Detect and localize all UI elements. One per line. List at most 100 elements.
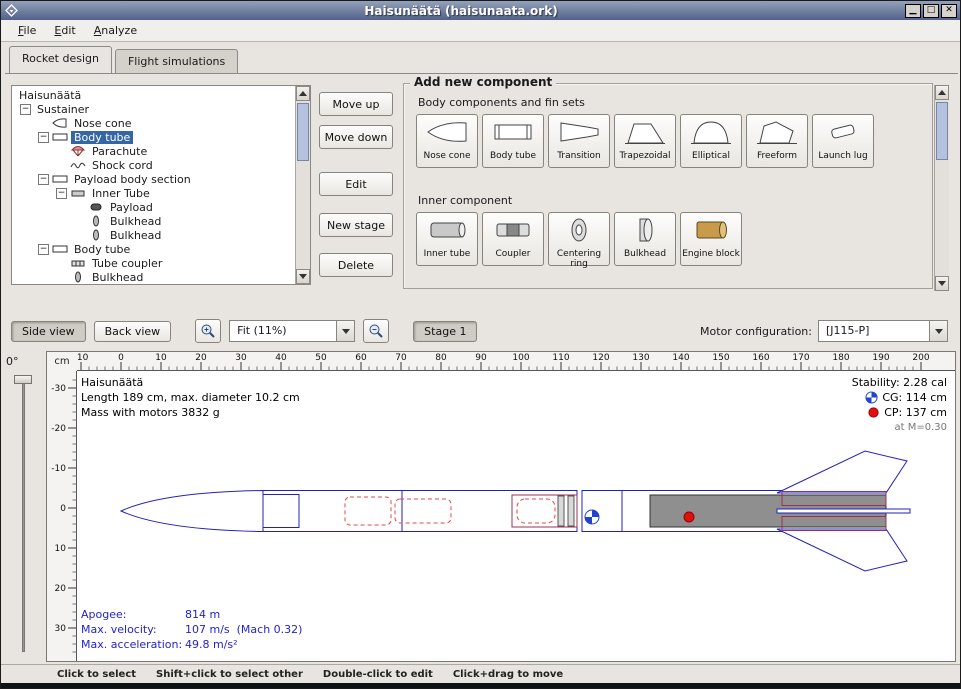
scroll-up-icon[interactable] xyxy=(935,85,949,100)
tree-expander-icon[interactable]: − xyxy=(38,132,49,143)
palette-coupler-button[interactable]: Coupler xyxy=(482,212,544,266)
tab-flight-simulations[interactable]: Flight simulations xyxy=(115,49,238,73)
rotation-slider-track[interactable] xyxy=(22,377,25,652)
zoom-level-select[interactable]: Fit (11%) xyxy=(229,320,355,342)
rotation-slider-thumb[interactable] xyxy=(14,375,32,384)
new-stage-button[interactable]: New stage xyxy=(319,213,393,237)
palette-elliptical-button[interactable]: Elliptical xyxy=(680,114,742,168)
menu-edit[interactable]: Edit xyxy=(45,21,84,40)
tree-item[interactable]: Parachute xyxy=(12,144,295,158)
move-up-button[interactable]: Move up xyxy=(319,92,393,116)
tree-expander-icon[interactable]: − xyxy=(38,244,49,255)
title-bar[interactable]: Haisunäätä (haisunaata.ork) ▁ □ ✕ xyxy=(1,1,960,20)
apogee-value: 814 m xyxy=(185,607,220,622)
chevron-down-icon[interactable] xyxy=(336,321,354,341)
vertical-ruler: -30-20-100102030 xyxy=(47,371,77,661)
back-view-button[interactable]: Back view xyxy=(94,321,172,342)
tree-item-label: Body tube xyxy=(71,131,133,144)
motor-configuration-select[interactable]: [J115-P] xyxy=(818,320,948,342)
svg-text:20: 20 xyxy=(55,584,67,594)
scroll-up-icon[interactable] xyxy=(296,86,310,101)
tree-item[interactable]: − Payload body section xyxy=(12,172,295,186)
edit-button[interactable]: Edit xyxy=(319,172,393,196)
add-component-groupbox: Add new component Body components and fi… xyxy=(403,83,933,289)
window-title: Haisunäätä (haisunaata.ork) xyxy=(19,4,903,18)
tree-item[interactable]: −Inner Tube xyxy=(12,186,295,200)
window-menu-icon[interactable] xyxy=(4,4,19,17)
tree-item-label: Parachute xyxy=(89,145,150,158)
maximize-button[interactable]: □ xyxy=(923,4,939,18)
tree-item-label: Shock cord xyxy=(89,159,156,172)
cp-icon xyxy=(867,406,880,419)
svg-text:10: 10 xyxy=(155,353,167,363)
chevron-down-icon[interactable] xyxy=(929,321,947,341)
status-hint: Click to select xyxy=(57,669,136,680)
component-tree[interactable]: Haisunäätä−SustainerNose cone−Body tubeP… xyxy=(12,86,295,284)
cp-symbol xyxy=(684,512,694,522)
side-view-button[interactable]: Side view xyxy=(11,321,86,342)
palette-bulkhead-button[interactable]: Bulkhead xyxy=(614,212,676,266)
tree-item[interactable]: Bulkhead xyxy=(12,270,295,284)
palette-engine-block-button[interactable]: Engine block xyxy=(680,212,742,266)
palette-scrollbar[interactable] xyxy=(934,85,949,291)
tube-coupler-icon xyxy=(70,257,86,269)
tree-item[interactable]: Nose cone xyxy=(12,116,295,130)
move-down-button[interactable]: Move down xyxy=(319,125,393,149)
tree-item[interactable]: Haisunäätä xyxy=(12,88,295,102)
bulkhead-icon xyxy=(88,215,104,227)
palette-body-tube-button[interactable]: Body tube xyxy=(482,114,544,168)
nose-cone-icon xyxy=(52,117,68,129)
tree-item-label: Payload body section xyxy=(71,173,194,186)
rocket-canvas[interactable]: Haisunäätä Length 189 cm, max. diameter … xyxy=(77,371,955,661)
tree-expander-icon[interactable]: − xyxy=(56,188,67,199)
zoom-out-button[interactable] xyxy=(363,319,389,343)
tree-item[interactable]: − Body tube xyxy=(12,130,295,144)
tree-expander-icon[interactable]: − xyxy=(38,174,49,185)
palette-nose-cone-button[interactable]: Nose cone xyxy=(416,114,478,168)
tree-scrollbar[interactable] xyxy=(295,86,310,284)
tree-item[interactable]: −Sustainer xyxy=(12,102,295,116)
menu-file[interactable]: File xyxy=(9,21,45,40)
cg-symbol xyxy=(585,510,599,524)
tree-item[interactable]: Bulkhead xyxy=(12,228,295,242)
tree-item-label: Body tube xyxy=(71,243,133,256)
nose-cone-icon xyxy=(425,118,469,150)
tree-item[interactable]: Payload xyxy=(12,200,295,214)
tree-item[interactable]: − Body tube xyxy=(12,242,295,256)
scroll-down-icon[interactable] xyxy=(935,276,949,291)
nose-cone-shape xyxy=(121,491,263,532)
minimize-button[interactable]: ▁ xyxy=(905,4,921,18)
coupler-icon xyxy=(491,216,535,248)
tree-expander-icon[interactable]: − xyxy=(20,104,31,115)
tree-item[interactable]: Tube coupler xyxy=(12,256,295,270)
cp-value: CP: 137 cm xyxy=(884,405,947,420)
scrollbar-thumb[interactable] xyxy=(297,103,309,161)
palette-transition-button[interactable]: Transition xyxy=(548,114,610,168)
tree-item[interactable]: Bulkhead xyxy=(12,214,295,228)
tree-item[interactable]: Shock cord xyxy=(12,158,295,172)
svg-text:10: 10 xyxy=(55,544,67,554)
transition-icon xyxy=(557,118,601,150)
tab-rocket-design[interactable]: Rocket design xyxy=(9,46,112,73)
palette-group-label: Inner component xyxy=(418,194,512,207)
palette-trapezoidal-button[interactable]: Trapezoidal xyxy=(614,114,676,168)
palette-launch-lug-button[interactable]: Launch lug xyxy=(812,114,874,168)
scrollbar-thumb[interactable] xyxy=(936,102,948,160)
payload-icon xyxy=(88,201,104,213)
zoom-out-icon xyxy=(368,323,384,339)
scroll-down-icon[interactable] xyxy=(296,269,310,284)
stage-1-toggle[interactable]: Stage 1 xyxy=(413,321,477,342)
close-button[interactable]: ✕ xyxy=(941,4,957,18)
palette-centering-ring-button[interactable]: Centering ring xyxy=(548,212,610,266)
svg-text:20: 20 xyxy=(195,353,207,363)
tab-panel-border xyxy=(5,73,958,74)
flight-stats-block: Apogee:814 m Max. velocity:107 m/s (Mach… xyxy=(81,607,302,652)
zoom-in-button[interactable] xyxy=(195,319,221,343)
svg-text:0: 0 xyxy=(118,353,124,363)
ruler-unit-label: cm xyxy=(47,352,77,371)
delete-button[interactable]: Delete xyxy=(319,253,393,277)
mach-condition: at M=0.30 xyxy=(852,420,947,435)
palette-freeform-button[interactable]: Freeform xyxy=(746,114,808,168)
menu-analyze[interactable]: Analyze xyxy=(85,21,146,40)
palette-inner-tube-button[interactable]: Inner tube xyxy=(416,212,478,266)
